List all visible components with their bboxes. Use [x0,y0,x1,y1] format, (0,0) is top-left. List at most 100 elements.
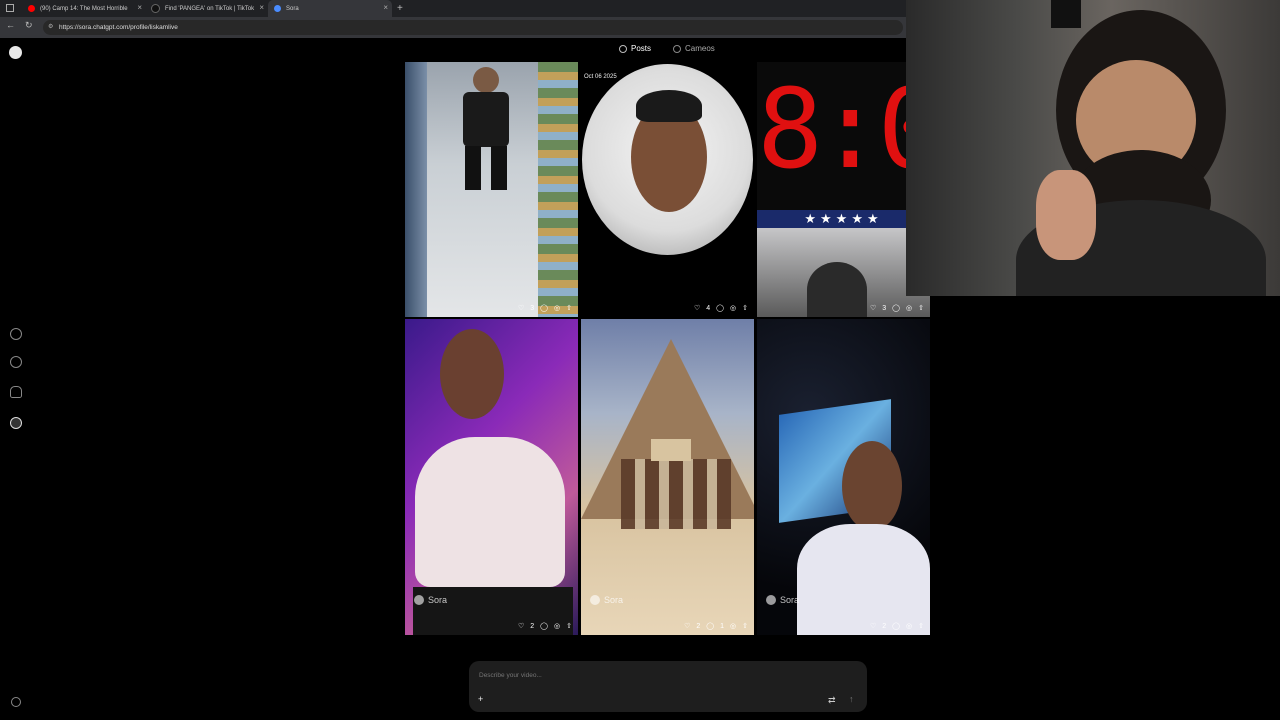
share-icon[interactable]: ⇧ [742,622,748,630]
sora-watermark: Sora [414,595,447,605]
video-tile[interactable]: Sora ♡ 2 ◯ ◎ ⇧ [405,319,578,635]
submit-arrow-icon[interactable]: ↑ [849,694,854,704]
heart-icon[interactable]: ♡ [684,622,690,630]
bell-icon[interactable] [10,386,22,398]
tab-menu-icon[interactable] [6,4,14,12]
tab-label: Cameos [685,44,715,53]
prompt-composer: + ⇄ ↑ [469,661,867,712]
comment-icon[interactable]: ◯ [892,304,900,312]
comment-icon[interactable]: ◯ [540,622,548,630]
remix-icon[interactable]: ◎ [906,622,912,630]
like-count: 3 [882,304,887,312]
store-shelf [538,62,578,317]
tile-stats: ♡ 3 ◯ ◎ ⇧ [870,304,924,313]
site-info-icon[interactable]: ⚙ [48,20,53,35]
sora-logo-icon [590,595,600,605]
new-tab-button[interactable]: + [397,0,403,17]
tile-stats: ♡ 2 ◯ ◎ ⇧ [870,622,924,631]
like-count: 2 [882,622,887,630]
cameo-icon [673,44,681,53]
heart-icon[interactable]: ♡ [694,304,700,312]
date-stamp: Oct 06 2025 [584,74,617,80]
video-tile[interactable]: 8:0 ★★★★★ ♡ 3 ◯ ◎ ⇧ [757,62,930,317]
watermark-text: Sora [780,595,800,605]
sora-watermark: Sora [590,595,623,605]
remix-icon[interactable]: ◎ [554,622,560,630]
face [440,329,504,419]
heart-icon[interactable]: ♡ [518,622,524,630]
remix-icon[interactable]: ◎ [906,304,912,312]
youtube-icon [28,5,35,12]
video-tile[interactable]: Oct 06 2025 ♡ 4 ◯ ◎ ⇧ [581,62,754,317]
profile-icon[interactable] [10,417,22,429]
comment-icon[interactable]: ◯ [716,304,724,312]
person-leg [465,146,481,190]
tab-title: Sora [286,5,299,12]
add-attachment-button[interactable]: + [478,694,483,704]
comment-icon[interactable]: ◯ [706,622,714,630]
sora-logo-icon [414,595,424,605]
like-count: 2 [530,622,535,630]
sora-logo-icon[interactable] [9,46,22,59]
star-banner: ★★★★★ [757,210,930,228]
tab-sora[interactable]: Sora × [268,0,392,17]
sora-logo-icon [766,595,776,605]
video-tile[interactable]: ♡ 3 ◯ ◎ ⇧ [405,62,578,317]
close-tab-icon[interactable]: × [259,3,264,12]
heart-icon[interactable]: ♡ [870,304,876,312]
watermark-text: Sora [428,595,448,605]
url-field[interactable]: ⚙ https://sora.chatgpt.com/profile/liska… [43,20,903,35]
share-icon[interactable]: ⇧ [742,304,748,312]
face [842,441,902,531]
headphones [1051,0,1081,28]
grid-icon [619,44,627,53]
search-icon[interactable] [10,356,22,368]
heart-icon[interactable]: ♡ [870,622,876,630]
tab-label: Posts [631,44,652,53]
hair [636,90,702,122]
reload-icon[interactable]: ↻ [25,20,33,31]
tile-stats: ♡ 2 ◯ ◎ ⇧ [518,622,572,631]
sora-watermark: Sora [766,595,799,605]
remix-icon[interactable]: ◎ [730,622,736,630]
settings-icon[interactable] [11,697,21,707]
tab-title: (90) Camp 14: The Most Horrible [40,5,128,12]
close-tab-icon[interactable]: × [137,3,142,12]
white-shirt [415,437,565,587]
share-icon[interactable]: ⇧ [918,622,924,630]
tab-title: Find 'PANGEA' on TikTok | TikTok [165,5,255,12]
explore-icon[interactable] [10,328,22,340]
share-icon[interactable]: ⇧ [566,304,572,312]
remix-icon[interactable]: ◎ [554,304,560,312]
tile-stats: ♡ 3 ◯ ◎ ⇧ [518,304,572,313]
tiktok-icon [151,4,160,13]
comment-icon[interactable]: ◯ [540,304,548,312]
tab-cameos[interactable]: Cameos [673,44,715,53]
person-silhouette [807,262,867,317]
watermark-text: Sora [604,595,624,605]
person-head [473,67,499,93]
heart-icon[interactable]: ♡ [518,304,524,312]
share-icon[interactable]: ⇧ [918,304,924,312]
person-leg [491,146,507,190]
tab-tiktok[interactable]: Find 'PANGEA' on TikTok | TikTok × [146,0,268,17]
tab-youtube[interactable]: (90) Camp 14: The Most Horrible × [22,0,146,17]
clock-display: 8:0 [757,65,930,193]
prompt-input[interactable] [477,671,781,680]
close-tab-icon[interactable]: × [383,3,388,12]
settings-sliders-icon[interactable]: ⇄ [828,695,836,706]
hand [1036,170,1096,260]
tab-posts[interactable]: Posts [619,44,651,53]
share-icon[interactable]: ⇧ [566,622,572,630]
remix-icon[interactable]: ◎ [730,304,736,312]
video-tile[interactable]: Sora ♡ 2 ◯ ◎ ⇧ [757,319,930,635]
webcam-overlay [906,0,1280,296]
white-shirt [797,524,930,635]
comment-icon[interactable]: ◯ [892,622,900,630]
back-icon[interactable]: ← [6,20,15,30]
comment-count: 1 [720,622,725,630]
like-count: 3 [530,304,535,312]
video-tile[interactable]: Sora ♡ 2 ◯ 1 ◎ ⇧ [581,319,754,635]
tile-stats: ♡ 2 ◯ 1 ◎ ⇧ [684,622,748,631]
person-shirt [463,92,509,147]
